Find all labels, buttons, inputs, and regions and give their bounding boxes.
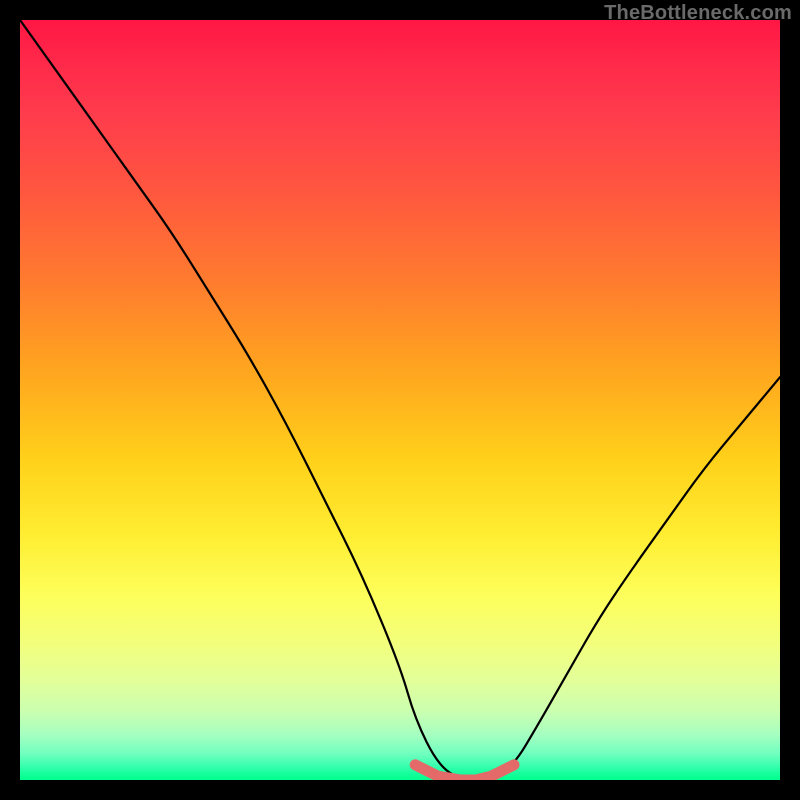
curve-layer <box>20 20 780 780</box>
chart-frame: TheBottleneck.com <box>0 0 800 800</box>
optimal-zone-marker <box>415 765 514 780</box>
bottleneck-curve <box>20 20 780 780</box>
plot-area <box>20 20 780 780</box>
